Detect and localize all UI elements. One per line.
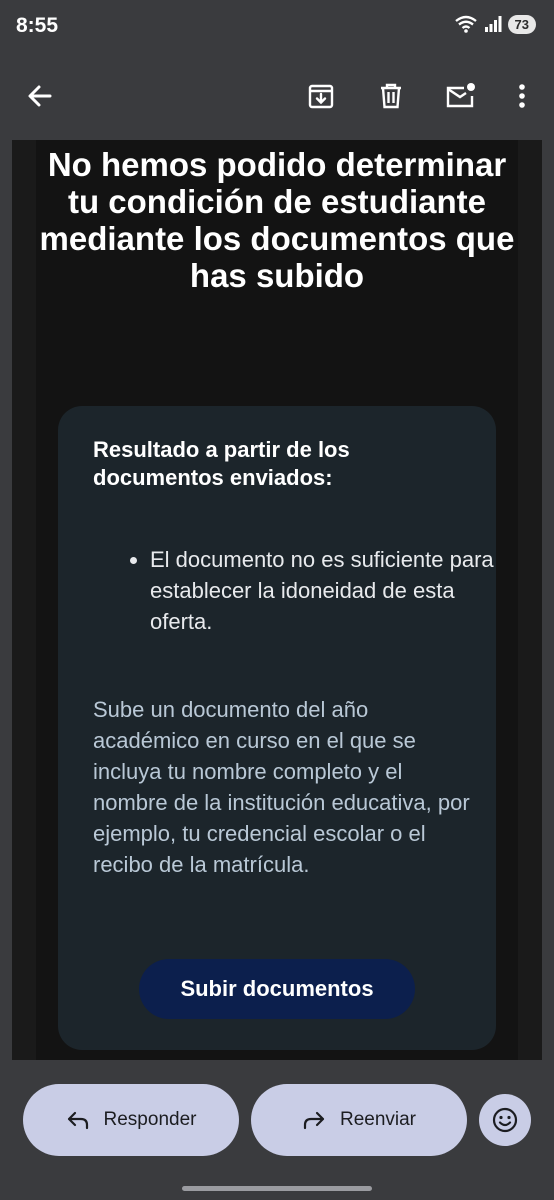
- more-vert-icon: [519, 84, 525, 108]
- signal-icon: [484, 16, 502, 32]
- trash-icon: [381, 83, 401, 109]
- reply-icon: [67, 1111, 88, 1130]
- card-heading: Resultado a partir de los documentos env…: [93, 437, 350, 490]
- instructions-paragraph: Sube un documento del año académico en c…: [93, 697, 470, 877]
- result-bullets: El documento no es suficiente para estab…: [128, 544, 500, 637]
- status-time: 8:55: [16, 14, 59, 37]
- bullet-item: El documento no es suficiente para estab…: [150, 544, 500, 637]
- email-body: No hemos podido determinar tu condición …: [12, 140, 542, 1060]
- more-options-button[interactable]: [500, 74, 544, 118]
- status-bar: 8:55 73: [0, 0, 554, 52]
- email-title: No hemos podido determinar tu condición …: [39, 146, 515, 294]
- back-button[interactable]: [18, 74, 62, 118]
- upload-documents-button[interactable]: Subir documentos: [139, 959, 415, 1019]
- gesture-handle: [182, 1186, 372, 1191]
- app-bar: [0, 52, 554, 140]
- result-card: Resultado a partir de los documentos env…: [58, 406, 496, 1050]
- mail-unread-icon: [446, 83, 475, 108]
- smiley-icon: [492, 1107, 518, 1133]
- archive-icon: [308, 84, 334, 109]
- status-icons: 73: [454, 14, 536, 34]
- wifi-icon: [454, 15, 477, 33]
- reply-button[interactable]: Responder: [23, 1084, 239, 1156]
- emoji-reaction-button[interactable]: [479, 1094, 531, 1146]
- bottom-action-bar: Responder Reenviar: [0, 1060, 554, 1200]
- forward-icon: [303, 1111, 325, 1130]
- arrow-back-icon: [28, 85, 52, 107]
- archive-button[interactable]: [299, 74, 343, 118]
- forward-label: Reenviar: [339, 1109, 417, 1130]
- delete-button[interactable]: [369, 74, 413, 118]
- battery-indicator: 73: [507, 14, 536, 34]
- reply-label: Responder: [103, 1109, 197, 1130]
- mark-unread-button[interactable]: [439, 74, 483, 118]
- forward-button[interactable]: Reenviar: [251, 1084, 467, 1156]
